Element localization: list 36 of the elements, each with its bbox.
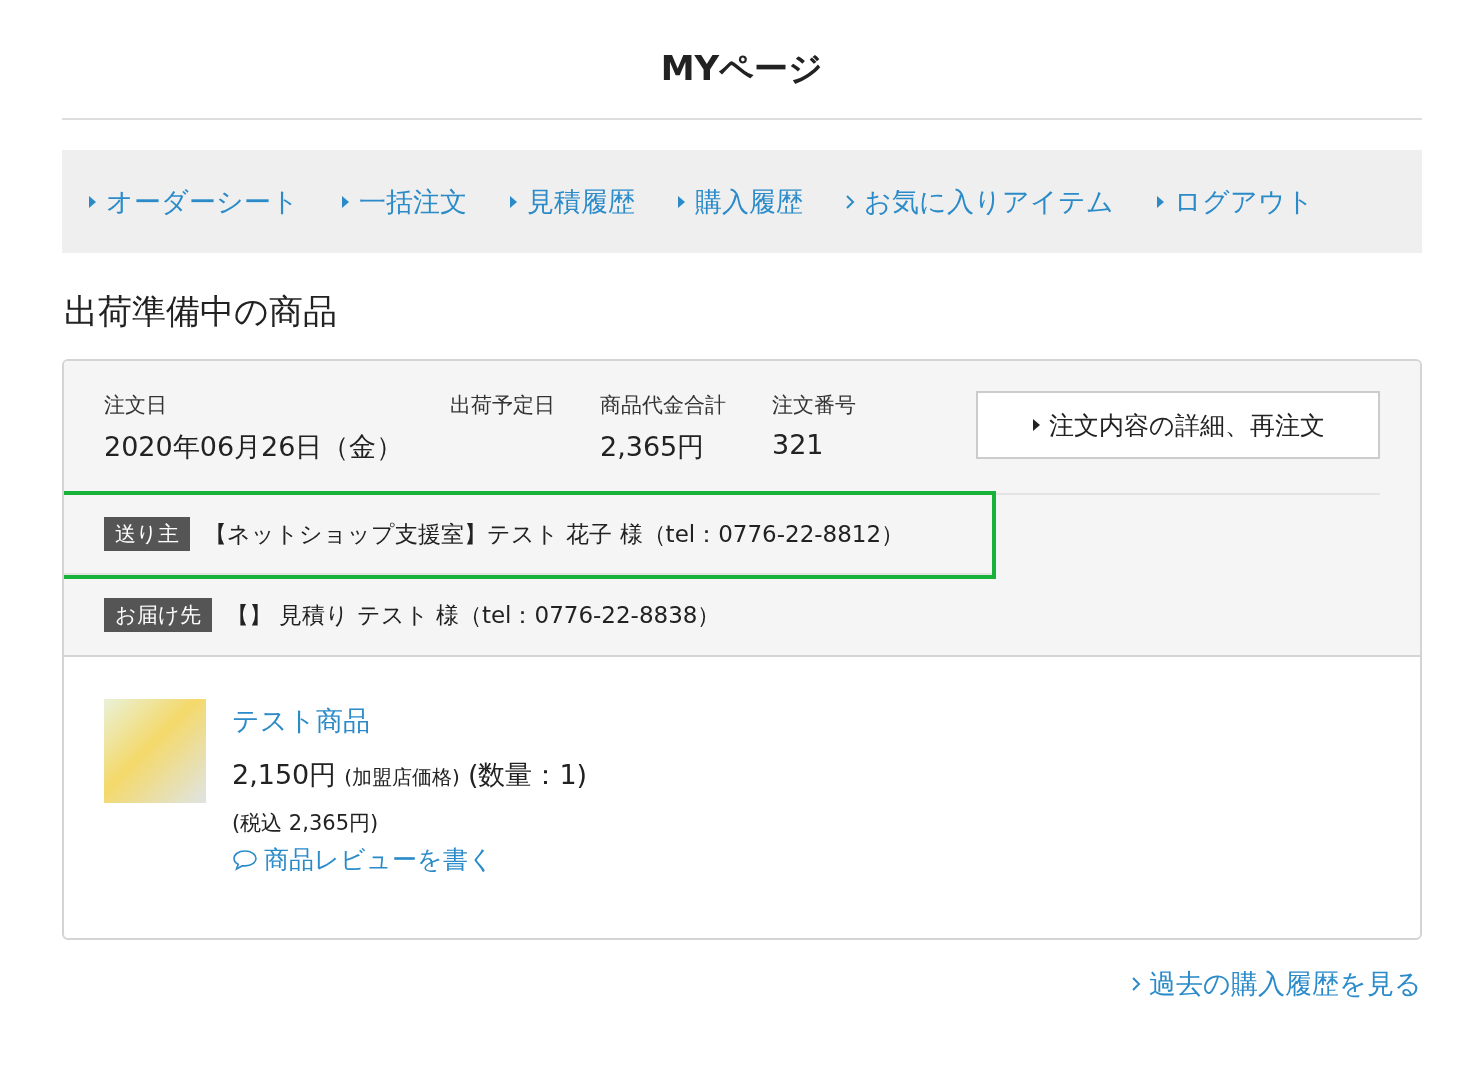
field-label: 注文番号 [772,392,857,419]
order-detail-button[interactable]: 注文内容の詳細、再注文 [976,391,1380,459]
product-link[interactable]: テスト商品 [232,703,588,739]
triangle-icon [1156,194,1165,209]
party-info: 【】 見積り テスト 様（tel：0776-22-8838） [226,600,721,630]
quantity: (数量：1) [467,758,588,792]
triangle-icon [509,194,518,209]
nav-link[interactable]: 一括注文 [341,183,467,220]
triangle-icon [341,194,350,209]
tax-included-price: (税込 2,365円) [232,810,380,837]
triangle-icon [88,194,97,209]
field-label: 注文日 [104,392,168,419]
field-value: 2020年06月26日（金） [104,430,405,464]
nav-link[interactable]: ログアウト [1156,183,1314,220]
field-value: 2,365円 [600,430,706,464]
party-tag: 送り主 [104,517,190,551]
product-price: 2,150円 [232,758,337,792]
party-tag: お届け先 [104,598,212,632]
section-title: 出荷準備中の商品 [64,290,338,333]
nav-link[interactable]: お気に入りアイテム [845,183,1114,220]
nav-link[interactable]: 見積履歴 [509,183,635,220]
nav-link[interactable]: 購入履歴 [677,183,803,220]
history-link[interactable]: 過去の購入履歴を見る [1131,966,1422,1002]
price-note: (加盟店価格) [344,764,460,791]
speech-bubble-icon [232,848,258,871]
field-value: 321 [772,429,825,461]
triangle-icon [1031,418,1041,432]
field-label: 出荷予定日 [450,392,556,419]
review-link[interactable]: 商品レビューを書く [232,843,588,876]
chevron-icon [845,193,855,210]
page-title: MYページ [659,47,825,90]
nav-link[interactable]: オーダーシート [88,183,299,220]
triangle-icon [677,194,686,209]
chevron-icon [1131,976,1141,992]
party-info: 【ネットショップ支援室】テスト 花子 様（tel：0776-22-8812） [204,519,905,549]
field-label: 商品代金合計 [600,392,727,419]
